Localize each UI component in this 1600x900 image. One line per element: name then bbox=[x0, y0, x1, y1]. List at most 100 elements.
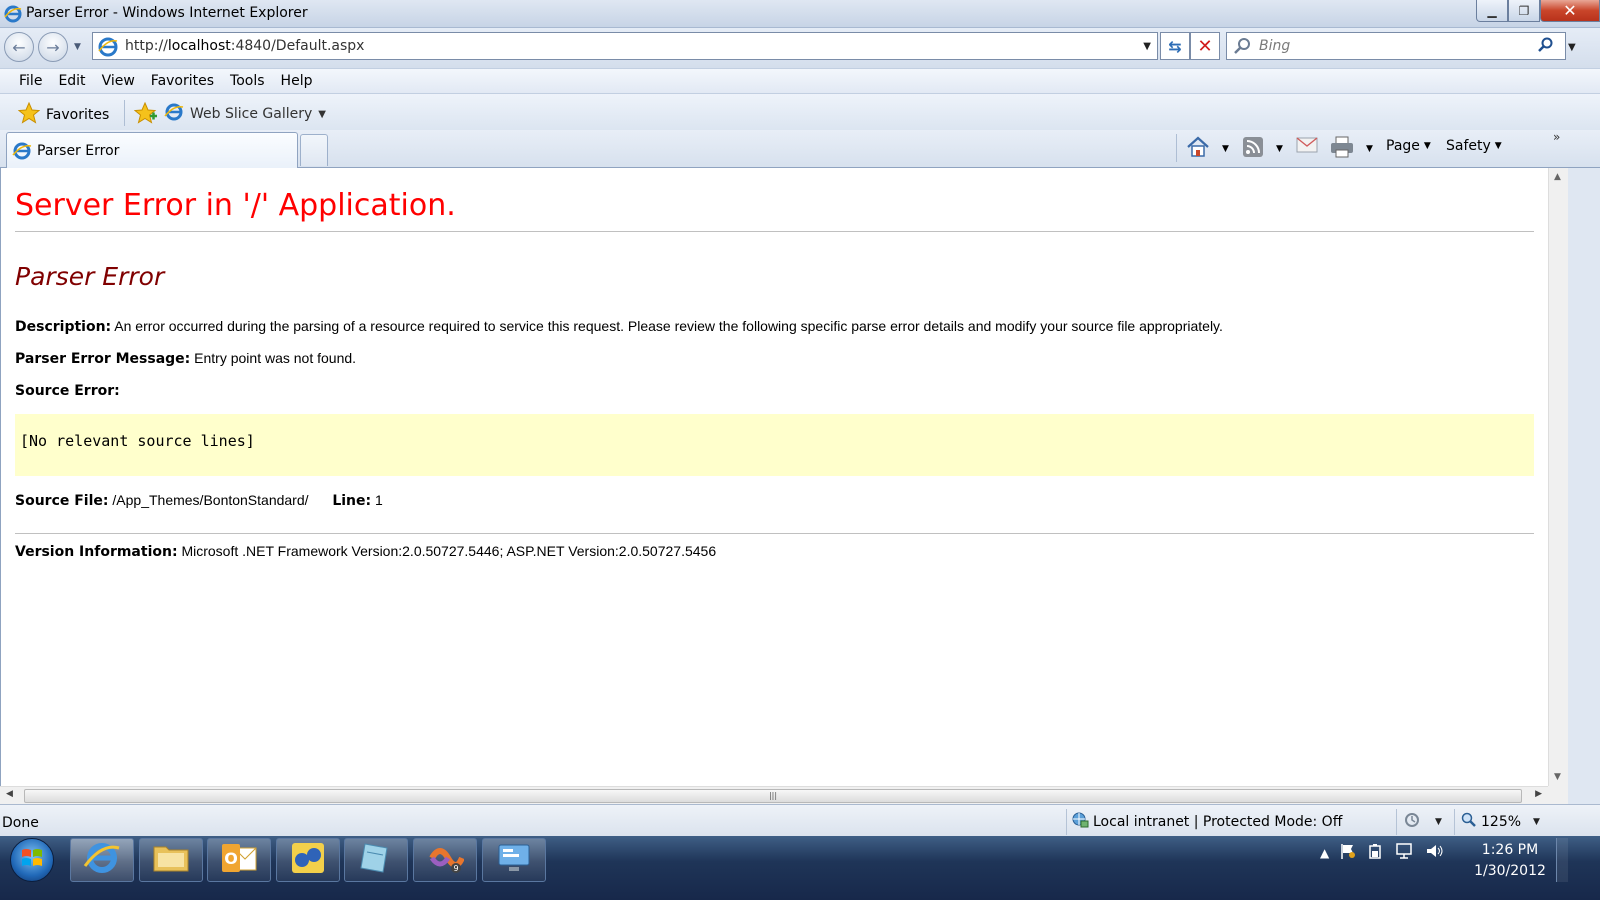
zone-settings-dropdown-icon: ▼ bbox=[1435, 817, 1442, 827]
menu-view[interactable]: View bbox=[102, 73, 135, 89]
intranet-globe-icon bbox=[1071, 811, 1089, 833]
minimize-button[interactable]: ▁ bbox=[1476, 0, 1508, 22]
source-file-path: /App_Themes/BontonStandard/ bbox=[112, 492, 309, 508]
home-button[interactable]: ▼ bbox=[1186, 136, 1229, 162]
network-icon[interactable] bbox=[1395, 842, 1415, 863]
notepad-icon bbox=[357, 840, 395, 880]
horizontal-scroll-thumb[interactable]: ||| bbox=[24, 789, 1522, 803]
source-code-box: [No relevant source lines] bbox=[15, 414, 1534, 476]
scroll-down-icon[interactable]: ▼ bbox=[1554, 772, 1561, 782]
parser-message-label: Parser Error Message: bbox=[15, 351, 191, 367]
search-options-dropdown-icon[interactable]: ▼ bbox=[1568, 42, 1576, 53]
status-text: Done bbox=[2, 815, 39, 831]
search-input[interactable]: Bing bbox=[1226, 32, 1566, 60]
parser-error-heading: Parser Error bbox=[15, 262, 165, 291]
sync-app-icon bbox=[289, 840, 327, 880]
remote-desktop-icon bbox=[495, 840, 533, 880]
clock-time: 1:26 PM bbox=[1481, 842, 1539, 858]
source-code-text: [No relevant source lines] bbox=[20, 432, 255, 450]
window-controls: ▁ ❐ ✕ bbox=[1476, 0, 1600, 22]
new-tab-button[interactable] bbox=[300, 134, 328, 166]
print-dropdown-icon[interactable]: ▼ bbox=[1366, 144, 1373, 154]
forward-button[interactable]: → bbox=[38, 32, 68, 62]
status-bar: Done Local intranet | Protected Mode: Of… bbox=[0, 804, 1600, 836]
taskbar-outlook[interactable]: O bbox=[207, 838, 271, 882]
url-scheme: http:// bbox=[125, 38, 168, 54]
stop-button[interactable]: ✕ bbox=[1190, 32, 1220, 60]
home-icon bbox=[1186, 136, 1210, 162]
back-button[interactable]: ← bbox=[4, 32, 34, 62]
taskbar-visual-studio[interactable]: 9 bbox=[413, 838, 477, 882]
address-dropdown-icon[interactable]: ▼ bbox=[1143, 41, 1151, 52]
show-desktop-button[interactable] bbox=[1556, 838, 1568, 882]
zoom-control[interactable]: 125% ▼ bbox=[1454, 809, 1550, 835]
web-slice-gallery-link[interactable]: Web Slice Gallery ▼ bbox=[164, 102, 326, 126]
page-menu-button[interactable]: Page ▼ bbox=[1386, 138, 1431, 154]
title-bar: Parser Error - Windows Internet Explorer… bbox=[0, 0, 1600, 28]
feeds-button[interactable]: ▼ bbox=[1242, 136, 1283, 162]
maximize-button[interactable]: ❐ bbox=[1508, 0, 1540, 22]
version-text: Microsoft .NET Framework Version:2.0.507… bbox=[181, 543, 717, 559]
description-label: Description: bbox=[15, 319, 112, 335]
more-commands-chevron-icon[interactable]: » bbox=[1553, 130, 1560, 144]
command-separator bbox=[1176, 134, 1177, 162]
scroll-right-icon[interactable]: ▶ bbox=[1535, 789, 1542, 799]
security-zone[interactable]: Local intranet | Protected Mode: Off bbox=[1066, 809, 1396, 835]
add-to-favorites-bar-icon[interactable] bbox=[133, 101, 158, 128]
tab-parser-error[interactable]: Parser Error bbox=[6, 132, 298, 168]
recent-pages-dropdown[interactable]: ▼ bbox=[74, 42, 81, 52]
menu-bar: File Edit View Favorites Tools Help bbox=[0, 68, 1600, 94]
refresh-button[interactable]: ⇆ bbox=[1160, 32, 1190, 60]
taskbar-windows-explorer[interactable] bbox=[139, 838, 203, 882]
taskbar-notes-app[interactable] bbox=[344, 838, 408, 882]
menu-help[interactable]: Help bbox=[281, 73, 313, 89]
parser-message-text: Entry point was not found. bbox=[194, 350, 357, 366]
parser-message-line: Parser Error Message: Entry point was no… bbox=[15, 350, 356, 367]
favorites-label: Favorites bbox=[46, 107, 110, 123]
menu-tools[interactable]: Tools bbox=[230, 73, 265, 89]
search-icon[interactable] bbox=[1537, 36, 1555, 58]
menu-file[interactable]: File bbox=[19, 73, 42, 89]
close-button[interactable]: ✕ bbox=[1540, 0, 1600, 22]
web-slice-dropdown-icon[interactable]: ▼ bbox=[318, 109, 326, 120]
page-ie-icon bbox=[97, 36, 119, 62]
vertical-scrollbar[interactable]: ▲ ▼ bbox=[1548, 168, 1568, 786]
power-icon[interactable] bbox=[1367, 842, 1385, 863]
read-mail-button[interactable] bbox=[1296, 136, 1318, 158]
address-bar[interactable]: http://localhost:4840/Default.aspx ▼ bbox=[92, 32, 1158, 60]
tab-command-bar: Parser Error ▼ ▼ ▼ Page ▼ Safety ▼ » bbox=[0, 130, 1600, 168]
scroll-left-icon[interactable]: ◀ bbox=[6, 789, 13, 799]
zoom-magnifier-icon bbox=[1461, 812, 1477, 832]
system-clock[interactable]: 1:26 PM 1/30/2012 bbox=[1470, 840, 1550, 882]
menu-favorites[interactable]: Favorites bbox=[151, 73, 214, 89]
scroll-corner bbox=[1548, 786, 1568, 804]
horizontal-scrollbar[interactable]: ◀ ||| ▶ bbox=[0, 786, 1548, 804]
favorites-bar: Favorites Web Slice Gallery ▼ bbox=[0, 94, 1600, 130]
protected-mode-settings[interactable]: ▼ bbox=[1396, 809, 1452, 835]
action-center-flag-icon[interactable] bbox=[1339, 842, 1357, 863]
zone-settings-icon bbox=[1403, 811, 1423, 833]
windows-logo-icon bbox=[20, 846, 44, 874]
print-button[interactable]: ▼ bbox=[1330, 136, 1373, 162]
taskbar-remote-desktop[interactable] bbox=[482, 838, 546, 882]
taskbar-app-blue[interactable] bbox=[276, 838, 340, 882]
taskbar-internet-explorer[interactable] bbox=[70, 838, 134, 882]
menu-edit[interactable]: Edit bbox=[58, 73, 85, 89]
start-button[interactable] bbox=[10, 838, 54, 882]
scroll-up-icon[interactable]: ▲ bbox=[1554, 172, 1561, 182]
version-line: Version Information: Microsoft .NET Fram… bbox=[15, 543, 716, 560]
navigation-bar: ← → ▼ http://localhost:4840/Default.aspx… bbox=[0, 28, 1600, 68]
folder-icon bbox=[152, 841, 190, 879]
show-hidden-icons-icon[interactable]: ▲ bbox=[1320, 846, 1329, 860]
volume-icon[interactable] bbox=[1425, 842, 1445, 863]
description-line: Description: An error occurred during th… bbox=[15, 318, 1223, 335]
tab-label: Parser Error bbox=[37, 142, 120, 159]
home-dropdown-icon[interactable]: ▼ bbox=[1222, 144, 1229, 154]
address-url[interactable]: http://localhost:4840/Default.aspx bbox=[125, 38, 364, 54]
feeds-dropdown-icon[interactable]: ▼ bbox=[1276, 144, 1283, 154]
svg-text:9: 9 bbox=[453, 864, 458, 873]
favorites-button[interactable]: Favorites bbox=[17, 101, 110, 128]
line-label: Line: bbox=[332, 493, 372, 509]
source-file-line: Source File: /App_Themes/BontonStandard/… bbox=[15, 492, 383, 509]
safety-menu-button[interactable]: Safety ▼ bbox=[1446, 138, 1502, 154]
